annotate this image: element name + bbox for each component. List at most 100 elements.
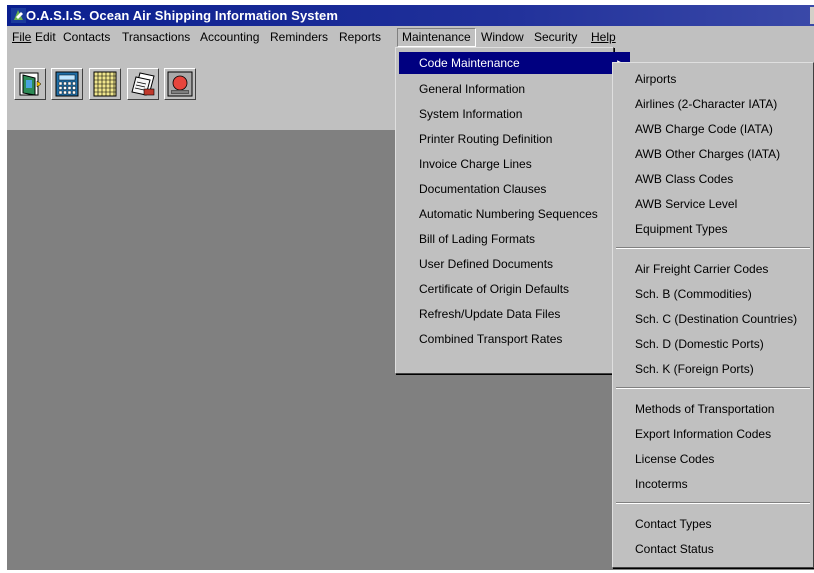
submenu-item-awb-class-codes[interactable]: AWB Class Codes <box>616 167 733 191</box>
documents-stack-icon <box>131 72 155 96</box>
menu-item-label: System Information <box>419 107 523 121</box>
menu-item-label: Invoice Charge Lines <box>419 157 532 171</box>
menu-item-refresh-update-data-files[interactable]: Refresh/Update Data Files <box>399 303 560 325</box>
menu-item-general-information[interactable]: General Information <box>399 78 525 100</box>
menu-security-label: Security <box>534 30 578 44</box>
submenu-item-awb-service-level[interactable]: AWB Service Level <box>616 192 737 216</box>
submenu-item-export-information-codes[interactable]: Export Information Codes <box>616 422 771 446</box>
submenu-item-label: Methods of Transportation <box>635 402 775 416</box>
menu-item-label: Combined Transport Rates <box>419 332 563 346</box>
submenu-item-label: Export Information Codes <box>635 427 772 441</box>
menu-item-documentation-clauses[interactable]: Documentation Clauses <box>399 178 546 200</box>
submenu-item-sch-k[interactable]: Sch. K (Foreign Ports) <box>616 357 754 381</box>
submenu-item-equipment-types[interactable]: Equipment Types <box>616 217 728 241</box>
menu-separator <box>616 247 810 249</box>
submenu-item-label: AWB Class Codes <box>635 172 734 186</box>
submenu-item-airports[interactable]: Airports <box>616 67 676 91</box>
app-icon[interactable] <box>11 8 26 23</box>
menu-item-label: Printer Routing Definition <box>419 132 553 146</box>
menu-contacts[interactable]: Contacts <box>59 29 114 46</box>
menu-reports-label: Reports <box>339 30 382 44</box>
menu-item-label: Code Maintenance <box>419 56 520 70</box>
submenu-item-label: License Codes <box>635 452 715 466</box>
menu-file-label: File <box>12 30 32 44</box>
calendar-grid-icon <box>93 71 117 97</box>
menu-item-label: Bill of Lading Formats <box>419 232 536 246</box>
menu-reminders[interactable]: Reminders <box>266 29 332 46</box>
menu-item-system-information[interactable]: System Information <box>399 103 522 125</box>
menu-reports[interactable]: Reports <box>335 29 385 46</box>
submenu-item-airlines[interactable]: Airlines (2-Character IATA) <box>616 92 777 116</box>
submenu-item-awb-other-charges[interactable]: AWB Other Charges (IATA) <box>616 142 780 166</box>
submenu-item-awb-charge-code[interactable]: AWB Charge Code (IATA) <box>616 117 773 141</box>
submenu-item-label: Air Freight Carrier Codes <box>635 262 769 276</box>
submenu-item-label: Sch. D (Domestic Ports) <box>635 337 764 351</box>
menu-bar: File Edit Contacts Transactions Accounti… <box>7 26 814 48</box>
menu-help[interactable]: Help <box>587 29 620 46</box>
alarm-reminder-icon <box>167 71 193 97</box>
calendar-button[interactable] <box>89 68 121 100</box>
menu-security[interactable]: Security <box>530 29 581 46</box>
title-bar[interactable]: O.A.S.I.S. Ocean Air Shipping Informatio… <box>7 5 814 26</box>
menu-accounting-label: Accounting <box>200 30 260 44</box>
menu-window[interactable]: Window <box>477 29 528 46</box>
menu-item-certificate-of-origin-defaults[interactable]: Certificate of Origin Defaults <box>399 278 569 300</box>
submenu-item-label: Airlines (2-Character IATA) <box>635 97 778 111</box>
menu-item-user-defined-documents[interactable]: User Defined Documents <box>399 253 553 275</box>
menu-accounting[interactable]: Accounting <box>196 29 263 46</box>
submenu-item-label: AWB Service Level <box>635 197 738 211</box>
menu-separator <box>616 387 810 389</box>
menu-item-invoice-charge-lines[interactable]: Invoice Charge Lines <box>399 153 532 175</box>
menu-maintenance[interactable]: Maintenance <box>397 28 476 47</box>
submenu-item-methods-of-transportation[interactable]: Methods of Transportation <box>616 397 774 421</box>
submenu-item-label: Equipment Types <box>635 222 728 236</box>
submenu-item-contact-status[interactable]: Contact Status <box>616 537 714 561</box>
maintenance-menu: Code Maintenance ▶ General Information S… <box>395 47 630 374</box>
submenu-item-license-codes[interactable]: License Codes <box>616 447 714 471</box>
submenu-item-label: Sch. K (Foreign Ports) <box>635 362 754 376</box>
submenu-item-label: Sch. B (Commodities) <box>635 287 752 301</box>
submenu-item-label: Incoterms <box>635 477 688 491</box>
menu-item-label: Automatic Numbering Sequences <box>419 207 598 221</box>
submenu-item-sch-c[interactable]: Sch. C (Destination Countries) <box>616 307 797 331</box>
menu-item-code-maintenance[interactable]: Code Maintenance ▶ <box>399 52 630 74</box>
menu-item-label: General Information <box>419 82 526 96</box>
menu-item-label: User Defined Documents <box>419 257 554 271</box>
submenu-item-label: AWB Other Charges (IATA) <box>635 147 781 161</box>
submenu-item-contact-types[interactable]: Contact Types <box>616 512 712 536</box>
submenu-item-label: Contact Types <box>635 517 712 531</box>
menu-edit-label: Edit <box>35 30 56 44</box>
menu-item-automatic-numbering-sequences[interactable]: Automatic Numbering Sequences <box>399 203 598 225</box>
documents-button[interactable] <box>127 68 159 100</box>
title-bar-edge <box>810 7 814 24</box>
submenu-item-air-freight-carrier-codes[interactable]: Air Freight Carrier Codes <box>616 257 768 281</box>
menu-item-combined-transport-rates[interactable]: Combined Transport Rates <box>399 328 562 350</box>
submenu-item-label: AWB Charge Code (IATA) <box>635 122 773 136</box>
window-title: O.A.S.I.S. Ocean Air Shipping Informatio… <box>26 8 339 23</box>
menu-transactions[interactable]: Transactions <box>118 29 194 46</box>
calculator-icon <box>55 71 79 97</box>
menu-item-label: Documentation Clauses <box>419 182 547 196</box>
exit-door-icon <box>19 72 42 96</box>
code-maintenance-submenu: Airports Airlines (2-Character IATA) AWB… <box>612 62 814 568</box>
menu-item-label: Certificate of Origin Defaults <box>419 282 570 296</box>
reminder-button[interactable] <box>164 68 196 100</box>
menu-item-bill-of-lading-formats[interactable]: Bill of Lading Formats <box>399 228 535 250</box>
menu-separator <box>616 502 810 504</box>
app-window: O.A.S.I.S. Ocean Air Shipping Informatio… <box>7 5 814 570</box>
menu-transactions-label: Transactions <box>122 30 191 44</box>
menu-help-label: Help <box>591 30 616 44</box>
calculator-button[interactable] <box>51 68 83 100</box>
submenu-item-label: Airports <box>635 72 677 86</box>
menu-edit[interactable]: Edit <box>31 29 60 46</box>
menu-item-printer-routing-definition[interactable]: Printer Routing Definition <box>399 128 552 150</box>
menu-item-label: Refresh/Update Data Files <box>419 307 561 321</box>
submenu-item-sch-d[interactable]: Sch. D (Domestic Ports) <box>616 332 764 356</box>
submenu-item-incoterms[interactable]: Incoterms <box>616 472 688 496</box>
menu-contacts-label: Contacts <box>63 30 111 44</box>
exit-button[interactable] <box>14 68 46 100</box>
menu-maintenance-label: Maintenance <box>402 30 471 44</box>
menu-reminders-label: Reminders <box>270 30 329 44</box>
submenu-item-sch-b[interactable]: Sch. B (Commodities) <box>616 282 752 306</box>
submenu-item-label: Sch. C (Destination Countries) <box>635 312 798 326</box>
